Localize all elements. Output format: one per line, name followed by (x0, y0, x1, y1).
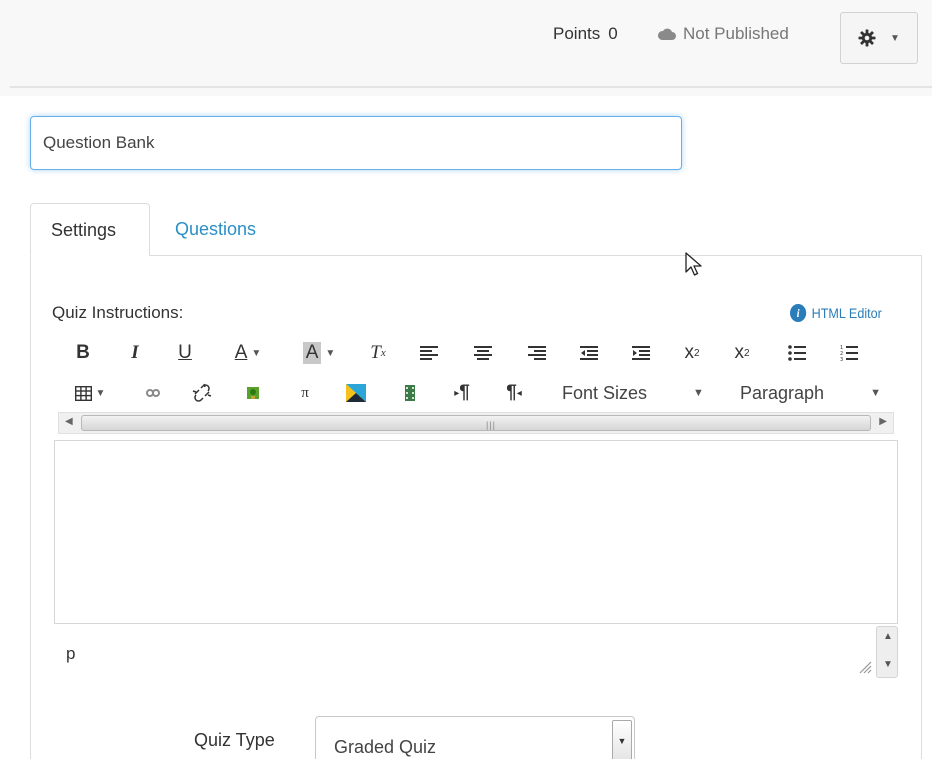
scroll-down-arrow-icon[interactable]: ▼ (883, 659, 893, 670)
bullet-list-icon[interactable] (784, 338, 810, 368)
rtl-icon[interactable]: ¶ ◂ (502, 378, 526, 408)
tab-questions[interactable]: Questions (155, 203, 276, 256)
math-icon[interactable]: π (294, 378, 316, 408)
scrollbar-thumb[interactable]: ||| (81, 415, 871, 431)
scrollbar-grip-icon: ||| (486, 420, 497, 430)
quiz-instructions-label: Quiz Instructions: (52, 303, 184, 322)
chevron-down-icon[interactable]: ▼ (612, 720, 632, 759)
text-color-icon[interactable]: A ▼ (226, 338, 270, 368)
points-value: 0 (608, 24, 618, 43)
table-icon[interactable]: ▼ (68, 378, 112, 408)
editor-vertical-scrollbar[interactable]: ▲ ▼ (876, 626, 898, 678)
editor-element-path: p (66, 644, 76, 663)
cloud-icon (657, 28, 676, 40)
publish-status-text: Not Published (683, 24, 789, 43)
numbered-list-icon[interactable]: 123 (836, 338, 862, 368)
toolbar-horizontal-scrollbar[interactable]: ◀ ||| ▶ (58, 412, 894, 434)
italic-icon[interactable]: I (124, 338, 146, 368)
superscript-icon[interactable]: x2 (680, 338, 704, 368)
resize-handle-icon[interactable] (858, 660, 872, 674)
info-icon: i (790, 304, 807, 322)
mouse-cursor-icon (685, 252, 702, 276)
scroll-left-arrow-icon[interactable]: ◀ (65, 416, 73, 427)
link-icon[interactable] (142, 378, 164, 408)
paragraph-dropdown[interactable]: Paragraph ▼ (740, 378, 900, 408)
font-sizes-dropdown[interactable]: Font Sizes ▼ (562, 378, 732, 408)
unlink-icon[interactable] (190, 378, 214, 408)
page-header (0, 0, 932, 96)
media-icon[interactable] (344, 378, 368, 408)
svg-text:3: 3 (840, 357, 843, 362)
quiz-type-select[interactable]: Graded Quiz ▼ (315, 716, 635, 759)
chevron-down-icon: ▼ (890, 32, 900, 44)
clear-formatting-icon[interactable]: Tx (366, 338, 390, 368)
outdent-icon[interactable] (576, 338, 602, 368)
ltr-icon[interactable]: ▸ ¶ (450, 378, 474, 408)
scroll-right-arrow-icon[interactable]: ▶ (879, 416, 887, 427)
header-divider (10, 86, 932, 88)
align-left-icon[interactable] (416, 338, 442, 368)
tab-settings[interactable]: Settings (30, 203, 150, 256)
indent-icon[interactable] (628, 338, 654, 368)
video-icon[interactable] (400, 378, 420, 408)
chevron-down-icon: ▼ (870, 387, 881, 399)
points-label: Points (553, 24, 601, 43)
scroll-up-arrow-icon[interactable]: ▲ (883, 631, 893, 642)
editor-toolbar-row-1: B I U A ▼ A ▼ Tx x2 x2 123 (66, 338, 906, 368)
underline-icon[interactable]: U (174, 338, 196, 368)
html-editor-link[interactable]: i HTML Editor (790, 304, 882, 322)
points-display: Points 0 (553, 24, 618, 44)
editor-toolbar-row-2: ▼ π ▸ ¶ ¶ ◂ Font Sizes ▼ Paragraph ▼ (66, 378, 906, 408)
html-editor-label: HTML Editor (811, 305, 882, 321)
align-right-icon[interactable] (524, 338, 550, 368)
chevron-down-icon: ▼ (693, 387, 704, 399)
publish-status: Not Published (657, 24, 789, 44)
subscript-icon[interactable]: x2 (730, 338, 754, 368)
paragraph-label: Paragraph (740, 382, 825, 403)
quiz-title-input[interactable] (30, 116, 682, 170)
font-sizes-label: Font Sizes (562, 382, 648, 403)
quiz-type-label: Quiz Type (194, 730, 275, 750)
background-color-icon[interactable]: A ▼ (296, 338, 342, 368)
image-icon[interactable] (242, 378, 264, 408)
bold-icon[interactable]: B (72, 338, 94, 368)
rich-text-editor-body[interactable] (54, 440, 898, 624)
align-center-icon[interactable] (470, 338, 496, 368)
gear-icon (858, 29, 876, 47)
quiz-type-selected-value: Graded Quiz (334, 737, 437, 757)
settings-menu-button[interactable]: ▼ (840, 12, 918, 64)
